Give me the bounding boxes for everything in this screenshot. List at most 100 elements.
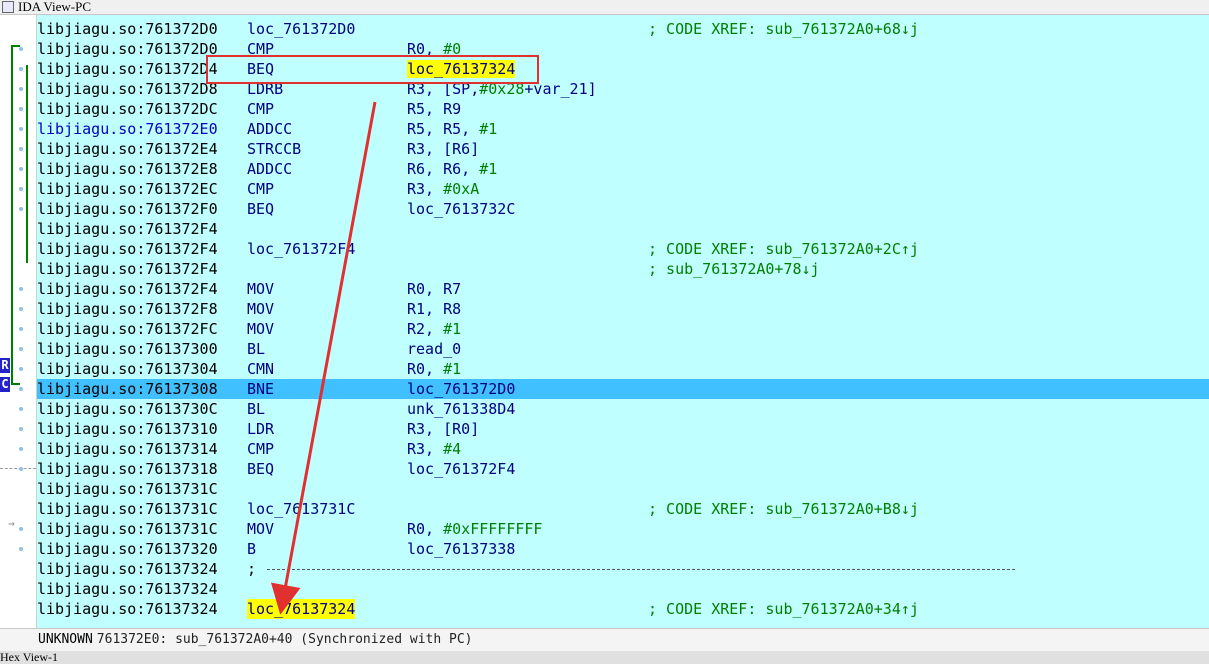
breakpoint-dot-icon[interactable] bbox=[19, 67, 23, 71]
operands[interactable]: loc_7613732C bbox=[407, 199, 515, 219]
operands[interactable]: R6, R6, #1 bbox=[407, 159, 497, 179]
breakpoint-dot-icon[interactable] bbox=[19, 407, 23, 411]
bottom-tab-bar[interactable]: Hex View-1 bbox=[0, 651, 1209, 664]
disasm-line[interactable]: libjiagu.so:761372E4 STRCCB R3, [R6] bbox=[37, 139, 1209, 159]
disasm-line[interactable]: libjiagu.so:761372E8 ADDCC R6, R6, #1 bbox=[37, 159, 1209, 179]
operands[interactable]: R5, R9 bbox=[407, 99, 461, 119]
mnemonic: CMP bbox=[247, 440, 275, 458]
breakpoint-dot-icon[interactable] bbox=[19, 347, 23, 351]
address: libjiagu.so:761372EC bbox=[37, 180, 218, 198]
breakpoint-dot-icon[interactable] bbox=[19, 107, 23, 111]
disasm-line[interactable]: libjiagu.so:761372FC MOV R2, #1 bbox=[37, 319, 1209, 339]
disasm-line[interactable]: libjiagu.so:7613731C loc_7613731C ; CODE X… bbox=[37, 499, 1209, 519]
disasm-line[interactable]: libjiagu.so:76137308 BNE loc_761372D0 bbox=[37, 379, 1209, 399]
disasm-line[interactable]: libjiagu.so:7613731C MOV R0, #0xFFFFFFFF bbox=[37, 519, 1209, 539]
breakpoint-dot-icon[interactable] bbox=[19, 167, 23, 171]
operands[interactable]: R5, R5, #1 bbox=[407, 119, 497, 139]
address: libjiagu.so:7613730C bbox=[37, 400, 218, 418]
breakpoint-dot-icon[interactable] bbox=[19, 387, 23, 391]
disasm-line[interactable]: libjiagu.so:761372F4 ; sub_761372A0+78↓j bbox=[37, 259, 1209, 279]
operands[interactable]: R3, #0xA bbox=[407, 179, 479, 199]
address: libjiagu.so:761372F4 bbox=[37, 280, 218, 298]
address: libjiagu.so:76137324 bbox=[37, 580, 218, 598]
code-label: loc_7613731C bbox=[247, 500, 356, 518]
breakpoint-dot-icon[interactable] bbox=[19, 467, 23, 471]
disasm-line[interactable]: libjiagu.so:761372EC CMP R3, #0xA bbox=[37, 179, 1209, 199]
mnemonic: BNE bbox=[247, 380, 275, 398]
address: libjiagu.so:761372F4 bbox=[37, 260, 218, 278]
breakpoint-dot-icon[interactable] bbox=[19, 47, 23, 51]
breakpoint-dot-icon[interactable] bbox=[19, 327, 23, 331]
window-title: IDA View-PC bbox=[18, 0, 92, 14]
operands[interactable]: loc_76137338 bbox=[407, 539, 515, 559]
breakpoint-dot-icon[interactable] bbox=[19, 527, 23, 531]
breakpoint-dot-icon[interactable] bbox=[19, 87, 23, 91]
operands[interactable]: R1, R8 bbox=[407, 299, 461, 319]
address: libjiagu.so:7613731C bbox=[37, 520, 218, 538]
breakpoint-dot-icon[interactable] bbox=[19, 147, 23, 151]
disasm-line[interactable]: libjiagu.so:761372F0 BEQ loc_7613732C bbox=[37, 199, 1209, 219]
disasm-line[interactable]: libjiagu.so:761372F4 MOV R0, R7 bbox=[37, 279, 1209, 299]
address: libjiagu.so:76137324 bbox=[37, 560, 218, 578]
breakpoint-dot-icon[interactable] bbox=[19, 307, 23, 311]
mnemonic: B bbox=[247, 540, 257, 558]
address: libjiagu.so:7613731C bbox=[37, 480, 218, 498]
breakpoint-dot-icon[interactable] bbox=[19, 547, 23, 551]
operands[interactable]: R0, #1 bbox=[407, 359, 461, 379]
mnemonic: BEQ bbox=[247, 200, 275, 218]
immediate-value: #1 bbox=[443, 320, 462, 338]
mnemonic: ADDCC bbox=[247, 160, 293, 178]
operands[interactable]: R0, R7 bbox=[407, 279, 461, 299]
separator-semicolon: ; bbox=[247, 560, 257, 578]
mnemonic: MOV bbox=[247, 280, 275, 298]
mnemonic: STRCCB bbox=[247, 140, 302, 158]
disassembly-listing[interactable]: libjiagu.so:761372D0 loc_761372D0 ; CODE X… bbox=[37, 19, 1209, 619]
xref-comment: ; sub_761372A0+78↓j bbox=[648, 260, 820, 278]
disasm-line[interactable]: libjiagu.so:76137324; bbox=[37, 559, 1209, 579]
breakpoint-dot-icon[interactable] bbox=[19, 207, 23, 211]
operands[interactable]: R2, #1 bbox=[407, 319, 461, 339]
branch-arrow-line-2 bbox=[26, 65, 28, 263]
function-separator bbox=[267, 569, 1015, 570]
disasm-line[interactable]: libjiagu.so:76137324 bbox=[37, 579, 1209, 599]
disasm-line[interactable]: libjiagu.so:7613731C bbox=[37, 479, 1209, 499]
small-arrow-icon: → bbox=[8, 517, 15, 530]
breakpoint-dot-icon[interactable] bbox=[19, 287, 23, 291]
window-title-bar[interactable]: IDA View-PC bbox=[0, 0, 1209, 15]
ida-view-icon bbox=[2, 1, 14, 13]
mnemonic: CMP bbox=[247, 100, 275, 118]
address: libjiagu.so:76137320 bbox=[37, 540, 218, 558]
operands[interactable]: read_0 bbox=[407, 339, 461, 359]
disasm-line[interactable]: libjiagu.so:76137314 CMP R3, #4 bbox=[37, 439, 1209, 459]
disasm-line[interactable]: libjiagu.so:76137318 BEQ loc_761372F4 bbox=[37, 459, 1209, 479]
disasm-line[interactable]: libjiagu.so:76137304 CMN R0, #1 bbox=[37, 359, 1209, 379]
disasm-line[interactable]: libjiagu.so:76137324 loc_76137324 ; CODE X… bbox=[37, 599, 1209, 619]
breakpoint-dot-icon[interactable] bbox=[19, 127, 23, 131]
operands[interactable]: loc_761372F4 bbox=[407, 459, 515, 479]
code-label: loc_76137324 bbox=[247, 599, 356, 619]
immediate-value: #0xA bbox=[443, 180, 480, 198]
disasm-line[interactable]: libjiagu.so:761372D0 loc_761372D0 ; CODE X… bbox=[37, 19, 1209, 39]
breakpoint-dot-icon[interactable] bbox=[19, 367, 23, 371]
operands[interactable]: R3, [R6] bbox=[407, 139, 479, 159]
disasm-line[interactable]: libjiagu.so:761372F4 loc_761372F4 ; CODE X… bbox=[37, 239, 1209, 259]
disasm-line[interactable]: libjiagu.so:7613730C BL unk_761338D4 bbox=[37, 399, 1209, 419]
disasm-line[interactable]: libjiagu.so:761372F4 bbox=[37, 219, 1209, 239]
disasm-line[interactable]: libjiagu.so:761372E0 ADDCC R5, R5, #1 bbox=[37, 119, 1209, 139]
hex-view-tab[interactable]: Hex View-1 bbox=[0, 651, 58, 664]
disasm-line[interactable]: libjiagu.so:761372DC CMP R5, R9 bbox=[37, 99, 1209, 119]
breakpoint-dot-icon[interactable] bbox=[19, 187, 23, 191]
address: libjiagu.so:76137300 bbox=[37, 340, 218, 358]
operands[interactable]: unk_761338D4 bbox=[407, 399, 515, 419]
disasm-line[interactable]: libjiagu.so:76137300 BL read_0 bbox=[37, 339, 1209, 359]
disasm-line[interactable]: libjiagu.so:76137320 Bloc_76137338 bbox=[37, 539, 1209, 559]
breakpoint-dot-icon[interactable] bbox=[19, 427, 23, 431]
breakpoint-dot-icon[interactable] bbox=[19, 447, 23, 451]
operands[interactable]: R3, [R0] bbox=[407, 419, 479, 439]
address: libjiagu.so:761372D0 bbox=[37, 20, 218, 38]
disasm-line[interactable]: libjiagu.so:76137310 LDR R3, [R0] bbox=[37, 419, 1209, 439]
operands[interactable]: R3, #4 bbox=[407, 439, 461, 459]
disasm-line[interactable]: libjiagu.so:761372F8 MOV R1, R8 bbox=[37, 299, 1209, 319]
operands[interactable]: loc_761372D0 bbox=[407, 379, 515, 399]
operands[interactable]: R0, #0xFFFFFFFF bbox=[407, 519, 542, 539]
